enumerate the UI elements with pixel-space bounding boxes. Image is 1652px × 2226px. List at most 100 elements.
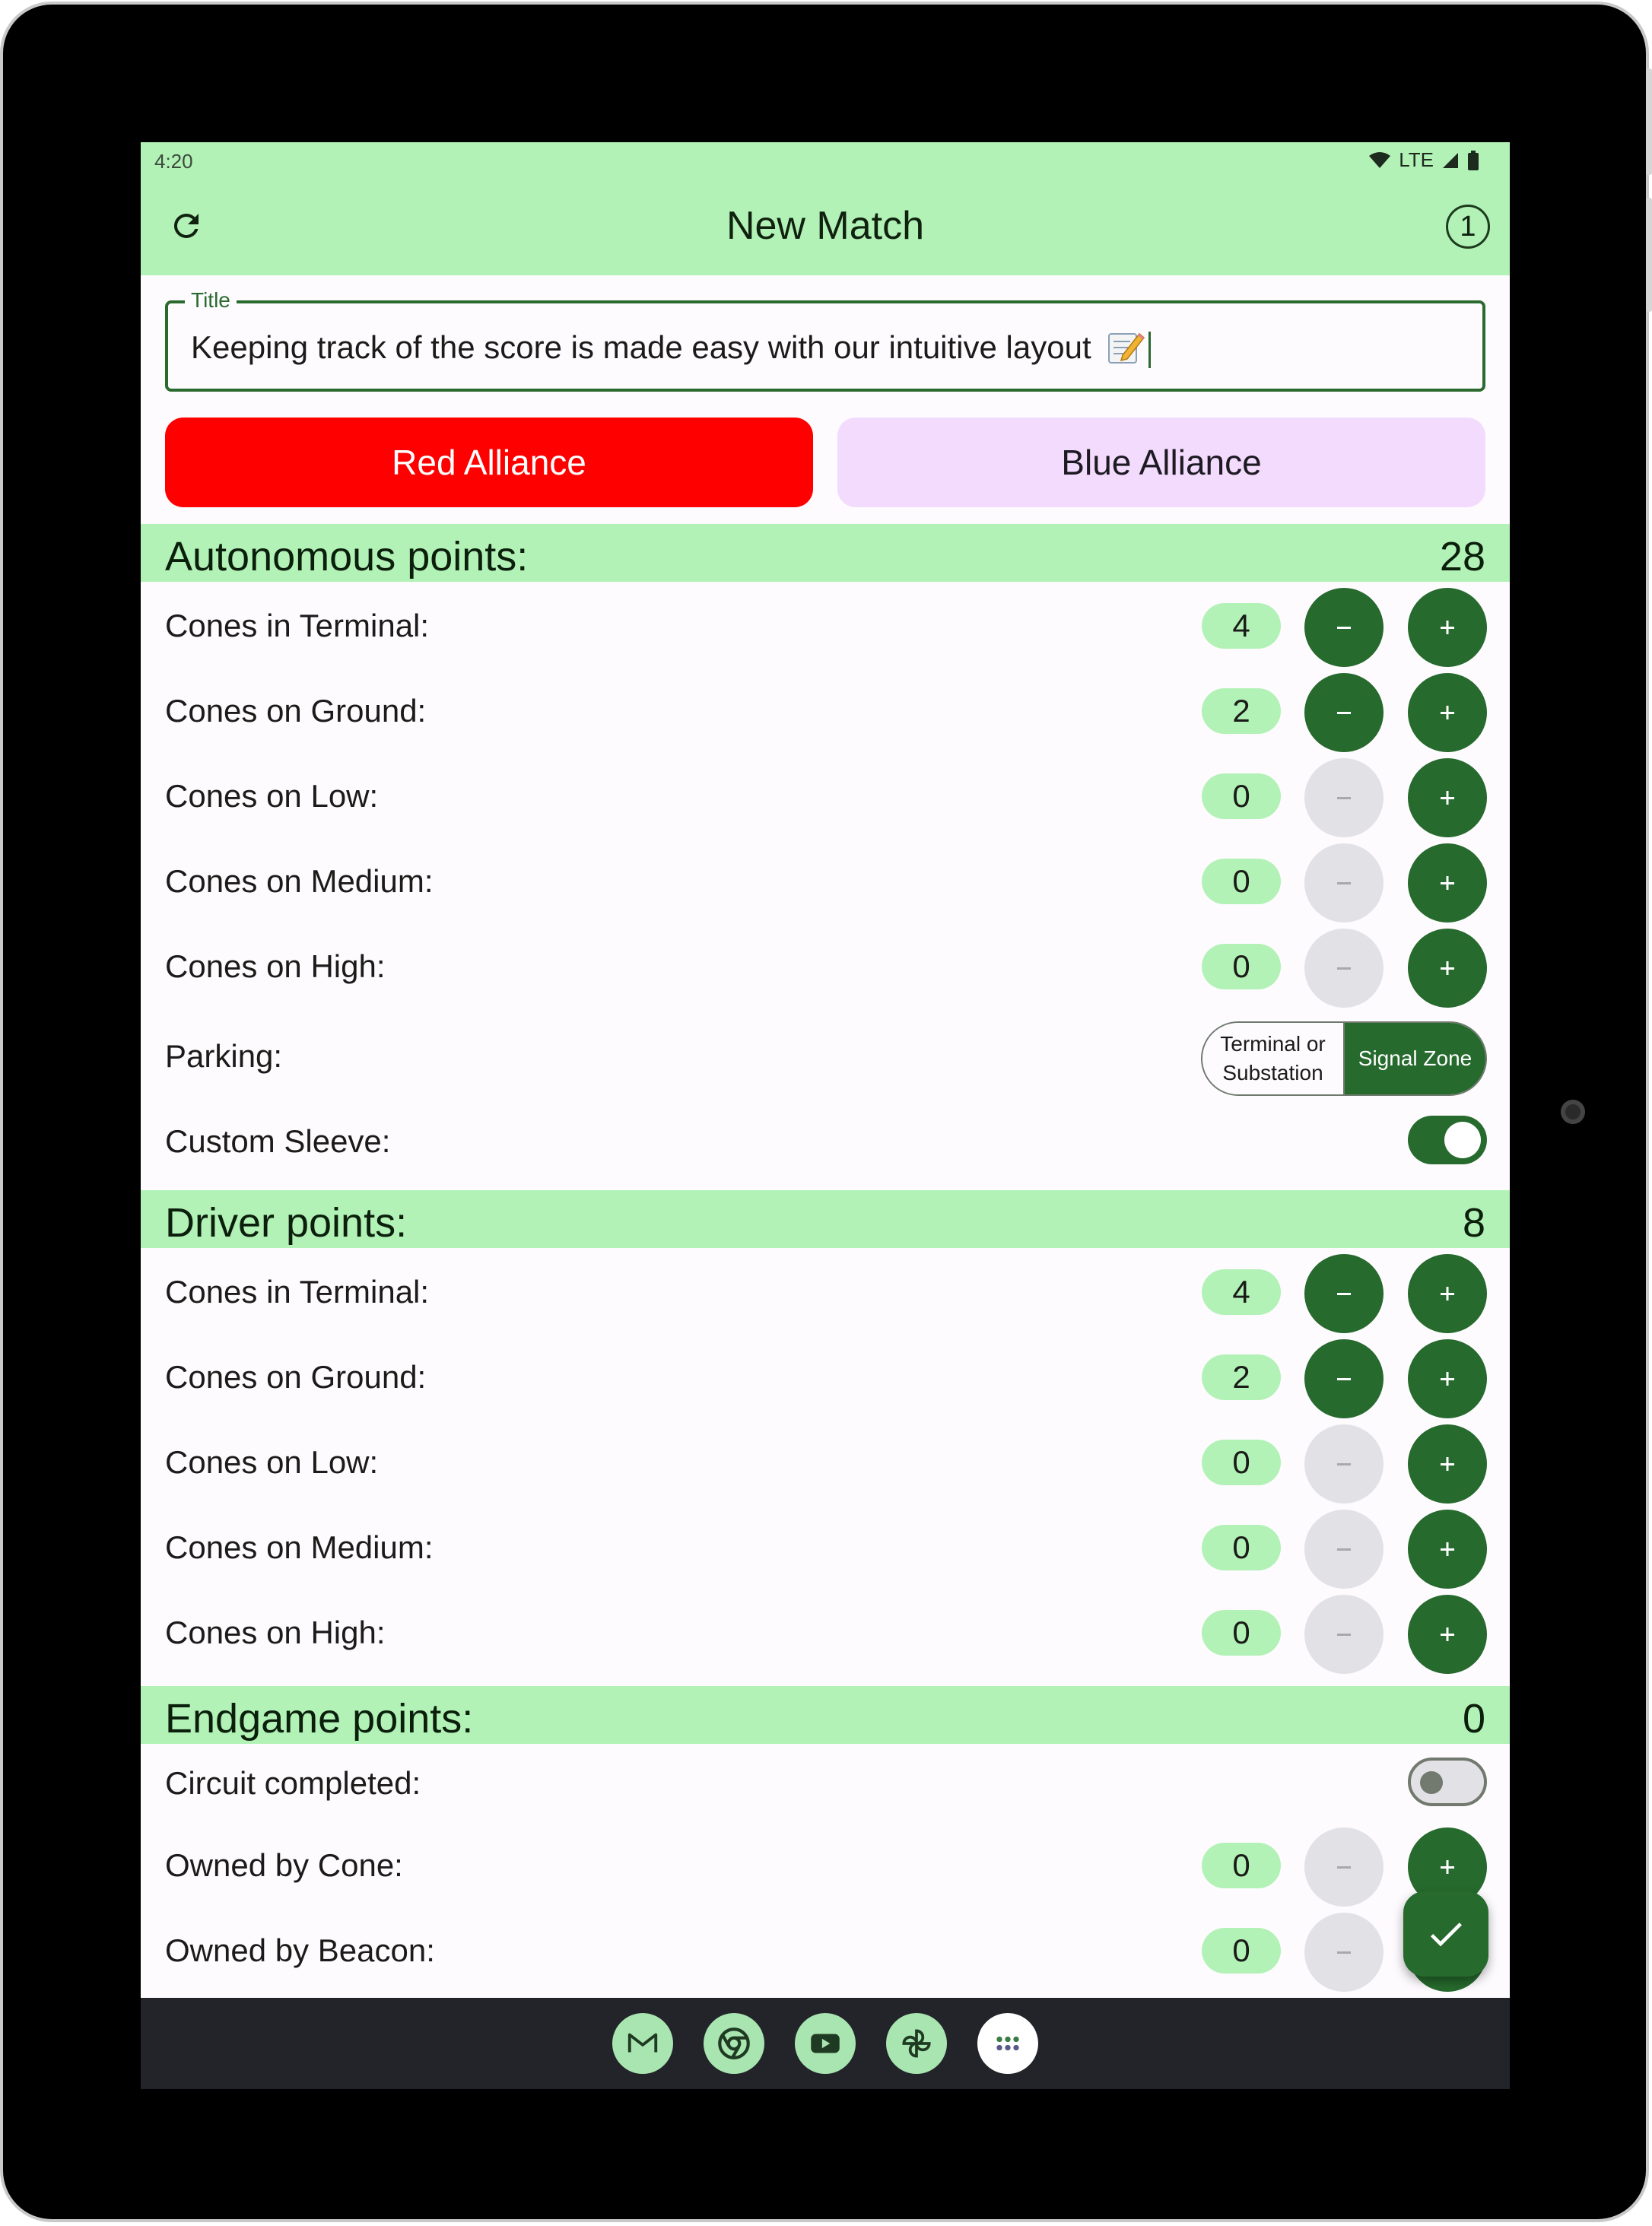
decrement-button[interactable] [1304, 1339, 1384, 1418]
counter-value: 4 [1202, 1269, 1281, 1315]
increment-button[interactable] [1408, 1254, 1487, 1333]
counter-value: 0 [1202, 773, 1281, 819]
section-total: 0 [1462, 1696, 1485, 1742]
minus-icon [1337, 797, 1351, 799]
decrement-button[interactable] [1304, 758, 1384, 837]
plus-icon [1441, 1457, 1454, 1471]
decrement-button[interactable] [1304, 1424, 1384, 1504]
title-field-label: Title [185, 288, 237, 313]
counter-row: Cones on Medium: 0 [141, 1504, 1510, 1589]
chrome-glyph [718, 2028, 750, 2059]
row-label: Cones on Medium: [165, 863, 434, 899]
endgame-header: Endgame points: 0 [141, 1686, 1510, 1744]
decrement-button[interactable] [1304, 588, 1384, 667]
plus-icon [1441, 706, 1454, 719]
plus-icon [1441, 1627, 1454, 1641]
minus-icon [1337, 1378, 1351, 1380]
increment-button[interactable] [1408, 1510, 1487, 1589]
decrement-button[interactable] [1304, 929, 1384, 1008]
circuit-completed-switch[interactable] [1408, 1758, 1487, 1806]
row-label: Cones on High: [165, 1615, 386, 1650]
minus-icon [1337, 1463, 1351, 1465]
row-label: Cones on High: [165, 948, 386, 984]
minus-icon [1337, 1293, 1351, 1295]
decrement-button[interactable] [1304, 1510, 1384, 1589]
youtube-icon[interactable] [795, 2013, 856, 2074]
custom-sleeve-switch[interactable] [1408, 1116, 1487, 1164]
minus-icon [1337, 627, 1351, 629]
camera [1561, 1100, 1585, 1124]
chrome-icon[interactable] [704, 2013, 764, 2074]
increment-button[interactable] [1408, 758, 1487, 837]
counter-row: Owned by Beacon: 0 [141, 1907, 1510, 1992]
save-fab-button[interactable] [1403, 1891, 1488, 1977]
title-field-text: Keeping track of the score is made easy … [191, 329, 1091, 365]
increment-button[interactable] [1408, 588, 1487, 667]
increment-button[interactable] [1408, 1424, 1487, 1504]
match-count-badge[interactable]: 1 [1446, 205, 1490, 249]
increment-button[interactable] [1408, 673, 1487, 752]
title-field-value[interactable]: Keeping track of the score is made easy … [191, 329, 1152, 368]
increment-button[interactable] [1408, 843, 1487, 922]
counter-value: 0 [1202, 1440, 1281, 1485]
counter-value: 0 [1202, 944, 1281, 989]
plus-icon [1441, 621, 1454, 634]
switch-knob [1444, 1122, 1481, 1158]
volume-button [1646, 198, 1652, 312]
blue-alliance-button[interactable]: Blue Alliance [837, 418, 1485, 507]
minus-icon [1337, 1951, 1351, 1954]
decrement-button[interactable] [1304, 1595, 1384, 1674]
row-label: Parking: [165, 1038, 283, 1074]
text-cursor [1148, 331, 1152, 368]
screen: 4:20 LTE New Match 1 Title Keeping track… [141, 142, 1510, 2089]
network-label: LTE [1399, 148, 1434, 171]
parking-option-terminal[interactable]: Terminal or Substation [1202, 1023, 1345, 1094]
decrement-button[interactable] [1304, 673, 1384, 752]
minus-icon [1337, 882, 1351, 884]
app-drawer-icon[interactable] [977, 2013, 1038, 2074]
minus-icon [1337, 1634, 1351, 1636]
signal-icon [1443, 152, 1458, 168]
counter-row: Cones on Ground: 2 [141, 667, 1510, 752]
counter-value: 0 [1202, 1928, 1281, 1974]
photos-icon[interactable] [886, 2013, 947, 2074]
counter-row: Cones on High: 0 [141, 1589, 1510, 1674]
counter-value: 0 [1202, 859, 1281, 904]
counter-row: Cones on Low: 0 [141, 1418, 1510, 1504]
app-bar: 4:20 LTE New Match 1 [141, 142, 1510, 275]
decrement-button[interactable] [1304, 1827, 1384, 1907]
plus-icon [1441, 876, 1454, 890]
switch-knob [1420, 1771, 1443, 1794]
counter-value: 0 [1202, 1525, 1281, 1570]
section-title: Endgame points: [165, 1696, 474, 1742]
increment-button[interactable] [1408, 1595, 1487, 1674]
decrement-button[interactable] [1304, 843, 1384, 922]
power-button [1646, 68, 1652, 175]
decrement-button[interactable] [1304, 1913, 1384, 1992]
plus-icon [1441, 1372, 1454, 1386]
title-field[interactable]: Title Keeping track of the score is made… [165, 288, 1485, 392]
parking-option-signal-zone[interactable]: Signal Zone [1345, 1023, 1485, 1094]
row-label: Cones in Terminal: [165, 608, 430, 643]
red-alliance-button[interactable]: Red Alliance [165, 418, 813, 507]
row-label: Owned by Cone: [165, 1847, 403, 1883]
autonomous-header: Autonomous points: 28 [141, 524, 1510, 582]
photos-glyph [902, 2029, 931, 2058]
counter-row: Cones on Low: 0 [141, 752, 1510, 837]
wifi-icon [1369, 151, 1391, 168]
increment-button[interactable] [1408, 929, 1487, 1008]
check-icon [1430, 1923, 1462, 1947]
gmail-icon[interactable] [612, 2013, 673, 2074]
increment-button[interactable] [1408, 1339, 1487, 1418]
driver-header: Driver points: 8 [141, 1190, 1510, 1248]
row-label: Cones on Ground: [165, 693, 427, 729]
toggle-row: Custom Sleeve: [141, 1107, 1510, 1192]
section-title: Autonomous points: [165, 534, 529, 580]
counter-row: Cones on Medium: 0 [141, 837, 1510, 922]
minus-icon [1337, 967, 1351, 970]
row-label: Cones on Low: [165, 1444, 379, 1480]
section-total: 8 [1462, 1200, 1485, 1246]
decrement-button[interactable] [1304, 1254, 1384, 1333]
section-total: 28 [1439, 534, 1485, 580]
app-drawer-glyph [996, 2036, 1019, 2051]
